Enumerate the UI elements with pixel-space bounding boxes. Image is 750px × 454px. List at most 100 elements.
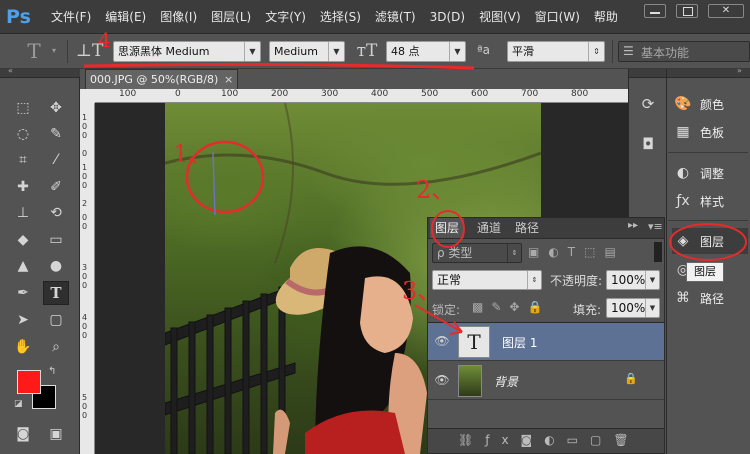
panel-button-swatches[interactable]: ▦ 色板 xyxy=(672,119,748,145)
foreground-color-swatch[interactable] xyxy=(17,370,41,394)
panel-button-styles[interactable]: ƒx 样式 xyxy=(672,188,748,214)
document-tab[interactable]: 000.JPG @ 50%(RGB/8) × xyxy=(85,69,238,89)
tab-paths[interactable]: 路径 xyxy=(510,218,544,238)
layer-row-text[interactable]: 👁 T 图层 1 xyxy=(428,323,664,361)
collapse-icon[interactable]: « xyxy=(8,66,13,75)
panel-button-adjustments[interactable]: ◐ 调整 xyxy=(672,160,748,186)
layer-filter-icons[interactable]: ▣◐T⬚▤ xyxy=(528,245,625,259)
layers-panel: 图层 通道 路径 ▸▸ ▾≡ ρ 类型 ⇕ ▣◐T⬚▤ 正常 ⇕ 不透明度: 1… xyxy=(427,217,665,454)
ruler-origin[interactable] xyxy=(80,89,95,103)
fill-input[interactable]: 100% ▼ xyxy=(606,298,660,318)
menu-filter[interactable]: 滤镜(T) xyxy=(368,0,423,34)
expand-icon[interactable]: » xyxy=(737,66,742,75)
menu-window[interactable]: 窗口(W) xyxy=(528,0,587,34)
panel-button-paths[interactable]: ⌘ 路径 xyxy=(672,285,748,311)
panel-collapse-icon[interactable]: ▸▸ xyxy=(628,220,638,231)
eyedropper-tool-icon[interactable]: ⁄ xyxy=(43,148,69,172)
history-panel-icon[interactable]: ⟳ xyxy=(633,91,663,117)
ruler-label: 0 xyxy=(82,122,88,131)
layer-row-background[interactable]: 👁 背景 🔒 xyxy=(428,362,664,400)
filter-toggle-icon[interactable] xyxy=(654,242,662,262)
layer-name[interactable]: 图层 1 xyxy=(502,334,537,351)
dodge-tool-icon[interactable]: ● xyxy=(43,254,69,278)
crop-tool-icon[interactable]: ⌗ xyxy=(10,148,36,172)
antialias-select[interactable]: 平滑 ⇕ xyxy=(507,41,605,62)
close-button[interactable]: ✕ xyxy=(708,4,744,18)
fill-label: 填充: xyxy=(573,303,602,317)
font-style-value: Medium xyxy=(274,45,318,58)
panel-menu-icon[interactable]: ▾≡ xyxy=(648,220,663,233)
preset-chevron-icon[interactable]: ▾ xyxy=(52,46,56,55)
ruler-label: 0 xyxy=(82,222,88,231)
ruler-label: 0 xyxy=(82,172,88,181)
gradient-tool-icon[interactable]: ▭ xyxy=(43,228,69,252)
quick-mask-icon[interactable]: ◙ xyxy=(10,422,36,446)
menu-type[interactable]: 文字(Y) xyxy=(258,0,313,34)
ruler-vertical[interactable]: 1 0 0 0 1 0 0 2 0 0 3 0 0 4 0 0 5 0 0 xyxy=(80,103,95,454)
menu-layer[interactable]: 图层(L) xyxy=(204,0,258,34)
ruler-label: 600 xyxy=(471,89,489,99)
opacity-input[interactable]: 100% ▼ xyxy=(606,270,660,290)
type-tool-preset-icon[interactable]: T xyxy=(20,34,48,69)
close-tab-icon[interactable]: × xyxy=(224,70,233,89)
lock-icons[interactable]: ▩✎✥🔒 xyxy=(472,300,550,314)
path-select-tool-icon[interactable]: ➤ xyxy=(10,308,36,332)
eraser-tool-icon[interactable]: ◆ xyxy=(10,228,36,252)
quick-select-tool-icon[interactable]: ✎ xyxy=(43,122,69,146)
panel-button-color[interactable]: 🎨 颜色 xyxy=(672,91,748,117)
zoom-tool-icon[interactable]: ⌕ xyxy=(43,335,69,359)
stamp-tool-icon[interactable]: ⊥ xyxy=(10,201,36,225)
properties-panel-icon[interactable]: ◘ xyxy=(633,131,663,157)
history-brush-tool-icon[interactable]: ⟲ xyxy=(43,201,69,225)
font-size-select[interactable]: 48 点 ▼ xyxy=(386,41,466,62)
screen-mode-icon[interactable]: ▣ xyxy=(43,422,69,446)
swap-colors-icon[interactable]: ↰ xyxy=(48,366,56,377)
healing-brush-tool-icon[interactable]: ✚ xyxy=(10,175,36,199)
menu-image[interactable]: 图像(I) xyxy=(153,0,204,34)
lasso-tool-icon[interactable]: ◌ xyxy=(10,122,36,146)
panel-button-layers[interactable]: ◈ 图层 xyxy=(672,228,748,254)
tab-channels[interactable]: 通道 xyxy=(472,218,506,238)
styles-icon: ƒx xyxy=(676,193,690,209)
annotation-label-1: 1、 xyxy=(173,140,213,168)
layer-name[interactable]: 背景 xyxy=(494,373,518,390)
layer-filter-select[interactable]: ρ 类型 ⇕ xyxy=(432,243,522,263)
chevron-down-icon: ▼ xyxy=(244,42,260,61)
type-tool-icon[interactable]: T xyxy=(43,281,69,305)
blend-mode-select[interactable]: 正常 ⇕ xyxy=(432,270,542,290)
tab-layers[interactable]: 图层 xyxy=(430,218,465,238)
workspace-select[interactable]: ☰ 基本功能 xyxy=(618,41,750,62)
marquee-tool-icon[interactable]: ⬚ xyxy=(10,96,36,120)
menu-select[interactable]: 选择(S) xyxy=(313,0,368,34)
ruler-horizontal[interactable]: 100 0 100 200 300 400 500 600 700 800 xyxy=(95,89,628,103)
menu-3d[interactable]: 3D(D) xyxy=(423,0,472,34)
layer-action-icons[interactable]: ⛓ƒx◙◐▭▢🗑 xyxy=(458,433,641,447)
minimize-button[interactable] xyxy=(644,4,666,18)
ruler-label: 2 xyxy=(82,199,88,208)
tools-panel-header: « xyxy=(0,66,80,78)
shape-tool-icon[interactable]: ▢ xyxy=(43,308,69,332)
menu-help[interactable]: 帮助 xyxy=(587,0,625,34)
ruler-label: 0 xyxy=(82,131,88,140)
menu-view[interactable]: 视图(V) xyxy=(472,0,528,34)
default-colors-icon[interactable]: ◪ xyxy=(14,399,23,409)
separator xyxy=(612,40,613,63)
font-family-value: 思源黑体 Medium xyxy=(118,45,210,58)
workspace-icon: ☰ xyxy=(623,44,634,58)
blur-tool-icon[interactable]: ▲ xyxy=(10,254,36,278)
eye-icon[interactable]: 👁 xyxy=(434,373,450,387)
layers-footer: ⛓ƒx◙◐▭▢🗑 xyxy=(428,428,664,453)
layers-icon: ◈ xyxy=(677,233,689,249)
layers-tooltip: 图层 xyxy=(686,262,724,282)
pen-tool-icon[interactable]: ✒ xyxy=(10,281,36,305)
brush-tool-icon[interactable]: ✐ xyxy=(43,175,69,199)
font-style-select[interactable]: Medium ▼ xyxy=(269,41,345,62)
ruler-label: 200 xyxy=(271,89,289,99)
move-tool-icon[interactable]: ✥ xyxy=(43,96,69,120)
menu-file[interactable]: 文件(F) xyxy=(44,0,98,34)
ps-logo: Ps xyxy=(6,6,31,28)
maximize-button[interactable] xyxy=(676,4,698,18)
eye-icon[interactable]: 👁 xyxy=(434,334,450,348)
font-family-select[interactable]: 思源黑体 Medium ▼ xyxy=(113,41,261,62)
hand-tool-icon[interactable]: ✋ xyxy=(10,335,36,359)
